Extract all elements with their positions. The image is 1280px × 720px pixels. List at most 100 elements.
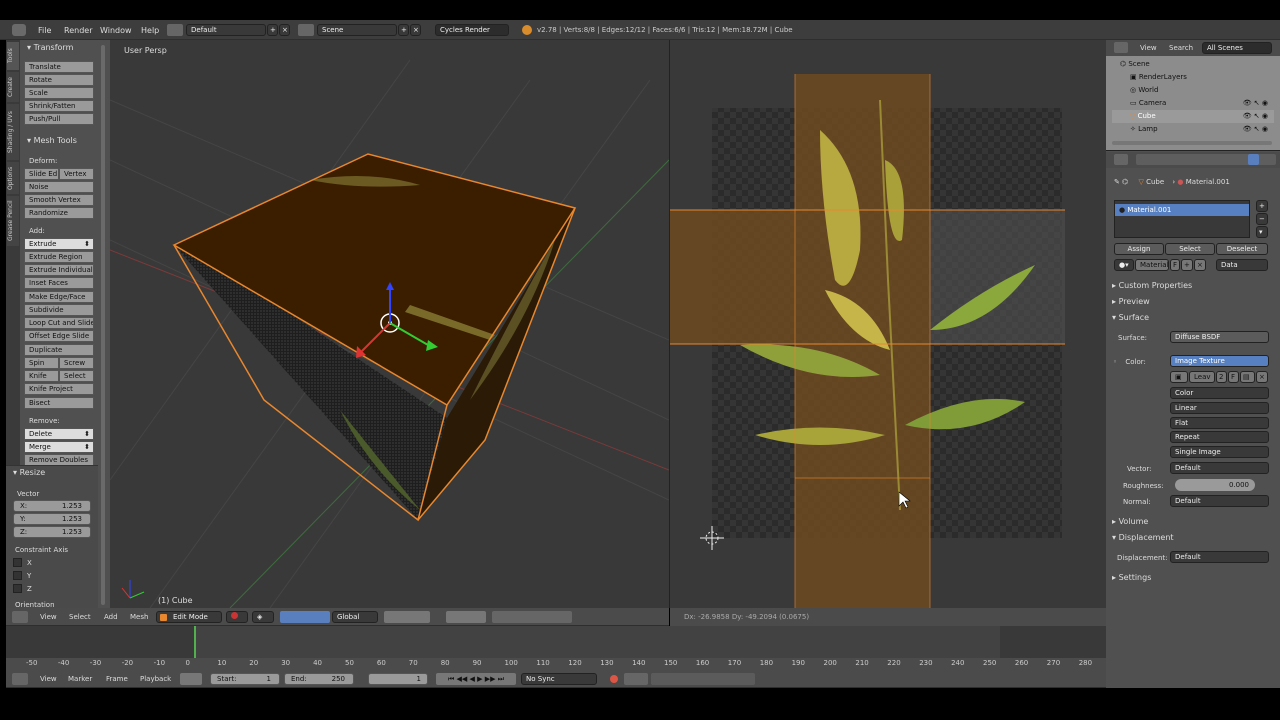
smooth-vertex-button[interactable]: Smooth Vertex <box>24 194 94 206</box>
keying-icons[interactable] <box>624 673 648 685</box>
properties-editor-icon[interactable] <box>1114 154 1128 165</box>
constraint-z-checkbox[interactable] <box>13 584 22 593</box>
menu-select[interactable]: Select <box>69 613 91 621</box>
pin-icon[interactable]: ✎ ⌬ <box>1114 178 1128 186</box>
proportional-edit-icons[interactable] <box>492 611 572 623</box>
material-link-select[interactable]: Data <box>1216 259 1268 271</box>
vector-y-field[interactable]: Y: 1.253 <box>13 513 91 525</box>
material-unlink-button[interactable]: × <box>1194 259 1206 271</box>
displacement-panel[interactable]: ▾ Displacement <box>1112 533 1174 542</box>
knife-select-button[interactable]: Select <box>59 370 94 382</box>
toolshelf-scrollbar[interactable] <box>101 45 105 605</box>
pivot-select[interactable]: ◈ <box>252 611 274 623</box>
loop-cut-slide-button[interactable]: Loop Cut and Slide <box>24 317 94 329</box>
timeline-playhead[interactable] <box>194 626 196 660</box>
outliner-scrollbar[interactable] <box>1112 141 1272 145</box>
slot-specials-button[interactable]: ▾ <box>1256 226 1268 238</box>
record-button-icon[interactable] <box>610 675 618 683</box>
tab-options[interactable]: Options <box>7 162 19 194</box>
keyingset-field[interactable] <box>651 673 755 685</box>
preview-panel[interactable]: ▸ Preview <box>1112 297 1150 306</box>
spin-button[interactable]: Spin <box>24 357 59 369</box>
material-add-button[interactable]: + <box>1181 259 1193 271</box>
inset-faces-button[interactable]: Inset Faces <box>24 277 94 289</box>
menu-render[interactable]: Render <box>64 26 92 35</box>
start-frame-field[interactable]: Start: 1 <box>210 673 280 685</box>
material-slot-row[interactable]: ● Material.001 <box>1115 204 1249 216</box>
select-mode-buttons[interactable] <box>446 611 486 623</box>
extrude-button[interactable]: Extrude ⬍ <box>24 238 94 250</box>
layout-icon[interactable] <box>167 24 183 36</box>
preview-range-icon[interactable] <box>180 673 202 685</box>
timeline-menu-playback[interactable]: Playback <box>140 675 171 683</box>
outliner-menu-search[interactable]: Search <box>1169 44 1193 52</box>
scale-button[interactable]: Scale <box>24 87 94 99</box>
editor-type-icon[interactable] <box>12 611 28 623</box>
surface-shader-select[interactable]: Diffuse BSDF <box>1170 331 1269 343</box>
extrude-region-button[interactable]: Extrude Region <box>24 251 94 263</box>
randomize-button[interactable]: Randomize <box>24 207 94 219</box>
outliner-row-camera[interactable]: ▭ Camera 👁 ↖ ◉ <box>1112 97 1274 110</box>
orientation-select[interactable]: Global <box>332 611 378 623</box>
menu-help[interactable]: Help <box>141 26 159 35</box>
current-frame-field[interactable]: 1 <box>368 673 428 685</box>
vector-input-select[interactable]: Default <box>1170 462 1269 474</box>
layout-add-button[interactable]: + <box>267 24 278 36</box>
subdivide-button[interactable]: Subdivide <box>24 304 94 316</box>
outliner-menu-view[interactable]: View <box>1140 44 1157 52</box>
timeline-menu-frame[interactable]: Frame <box>106 675 128 683</box>
outliner-editor-icon[interactable] <box>1114 42 1128 53</box>
playback-controls[interactable]: ⏮ ◀◀ ◀ ▶ ▶▶ ⏭ <box>436 673 516 685</box>
screw-button[interactable]: Screw <box>59 357 94 369</box>
scene-icon[interactable] <box>298 24 314 36</box>
image-users-field[interactable]: 2 <box>1216 371 1227 383</box>
outliner-row-scene[interactable]: ⌬ Scene <box>1112 58 1274 71</box>
slot-add-button[interactable]: + <box>1256 200 1268 212</box>
menu-file[interactable]: File <box>38 26 51 35</box>
scene-add-button[interactable]: + <box>398 24 409 36</box>
menu-mesh[interactable]: Mesh <box>130 613 148 621</box>
cube-visibility-icon[interactable]: 👁 ↖ ◉ <box>1243 110 1268 123</box>
end-frame-field[interactable]: End: 250 <box>284 673 354 685</box>
rotate-button[interactable]: Rotate <box>24 74 94 86</box>
shrink-fatten-button[interactable]: Shrink/Fatten <box>24 100 94 112</box>
material-tab-icon[interactable] <box>1248 154 1259 165</box>
settings-panel[interactable]: ▸ Settings <box>1112 573 1151 582</box>
manipulator-icons[interactable] <box>280 611 330 623</box>
image-open-button[interactable]: ▤ <box>1240 371 1255 383</box>
roughness-slider[interactable]: 0.000 <box>1175 479 1255 491</box>
area-divider[interactable] <box>669 40 670 608</box>
select-button[interactable]: Select <box>1165 243 1215 255</box>
assign-button[interactable]: Assign <box>1114 243 1164 255</box>
tab-create[interactable]: Create <box>7 72 19 102</box>
vertex-slide-button[interactable]: Vertex <box>59 168 94 180</box>
menu-add[interactable]: Add <box>104 613 118 621</box>
image-fake-user-button[interactable]: F <box>1228 371 1239 383</box>
tex-interpolation-select[interactable]: Linear <box>1170 402 1269 414</box>
tex-projection-select[interactable]: Flat <box>1170 417 1269 429</box>
scene-select[interactable]: Scene <box>317 24 397 36</box>
vector-z-field[interactable]: Z: 1.253 <box>13 526 91 538</box>
outliner-row-lamp[interactable]: ✧ Lamp 👁 ↖ ◉ <box>1112 123 1274 136</box>
uv-image-editor[interactable] <box>670 40 1106 608</box>
shading-select[interactable] <box>226 611 248 623</box>
vector-x-field[interactable]: X: 1.253 <box>13 500 91 512</box>
outliner-display-select[interactable]: All Scenes <box>1202 42 1272 54</box>
slot-remove-button[interactable]: − <box>1256 213 1268 225</box>
push-pull-button[interactable]: Push/Pull <box>24 113 94 125</box>
lamp-visibility-icon[interactable]: 👁 ↖ ◉ <box>1243 123 1268 136</box>
deselect-button[interactable]: Deselect <box>1216 243 1268 255</box>
image-unlink-button[interactable]: × <box>1256 371 1268 383</box>
scene-close-button[interactable]: × <box>410 24 421 36</box>
timeline-menu-view[interactable]: View <box>40 675 57 683</box>
material-users-f-button[interactable]: F <box>1170 259 1180 271</box>
outliner-row-renderlayers[interactable]: ▣ RenderLayers <box>1112 71 1274 84</box>
sync-mode-select[interactable]: No Sync <box>521 673 597 685</box>
offset-edge-slide-button[interactable]: Offset Edge Slide <box>24 330 94 342</box>
timeline-editor-icon[interactable] <box>12 673 28 685</box>
timeline-menu-marker[interactable]: Marker <box>68 675 92 683</box>
translate-button[interactable]: Translate <box>24 61 94 73</box>
camera-visibility-icon[interactable]: 👁 ↖ ◉ <box>1243 97 1268 110</box>
render-engine-select[interactable]: Cycles Render <box>435 24 509 36</box>
tex-source-select[interactable]: Single Image <box>1170 446 1269 458</box>
